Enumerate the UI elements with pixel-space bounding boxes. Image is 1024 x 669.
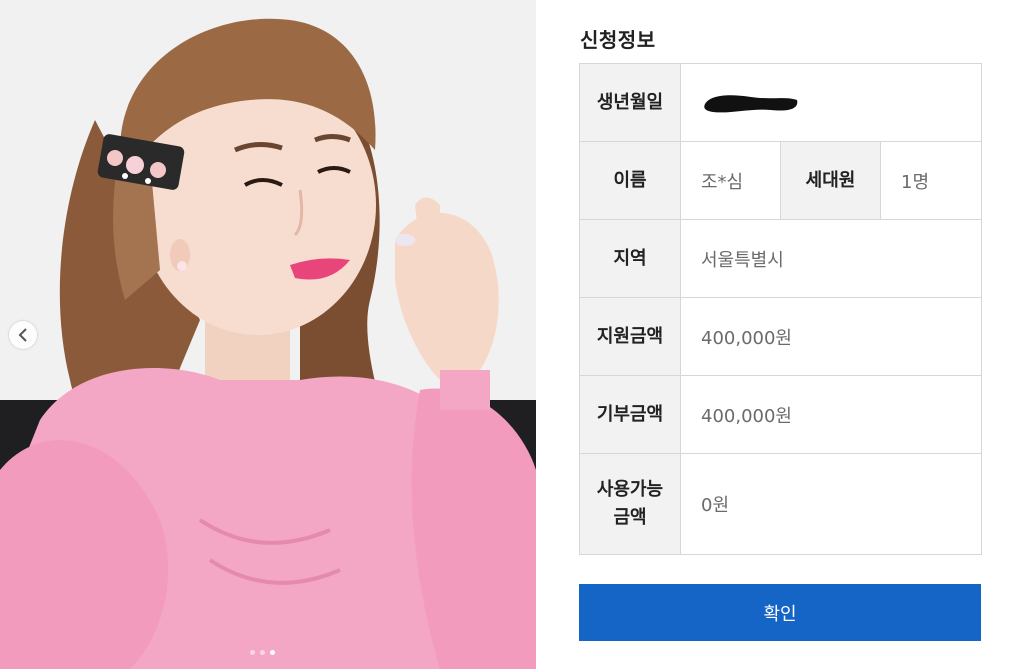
birth-value — [679, 63, 983, 142]
carousel-dot — [250, 650, 255, 655]
table-row-donation-amount: 기부금액 400,000원 — [579, 375, 983, 454]
region-value: 서울특별시 — [679, 219, 983, 298]
application-info-table: 생년월일 이름 조*심 세대원 1명 지역 서울특별시 지원금액 400,000… — [579, 63, 983, 555]
carousel-dot — [260, 650, 265, 655]
carousel-indicator — [250, 650, 275, 655]
available-amount-value: 0원 — [679, 453, 983, 555]
screen: 신청정보 생년월일 이름 조*심 세대원 1명 지역 서울특별시 지원금액 40… — [0, 0, 1024, 669]
household-value: 1명 — [879, 141, 983, 220]
chevron-left-icon — [18, 328, 27, 342]
photo-illustration — [0, 0, 536, 669]
name-label: 이름 — [579, 141, 681, 220]
table-row-available-amount: 사용가능 금액 0원 — [579, 453, 983, 555]
confirm-button[interactable]: 확인 — [579, 584, 981, 641]
available-amount-label: 사용가능 금액 — [579, 453, 681, 555]
name-value: 조*심 — [680, 141, 781, 220]
selfie-photo — [0, 0, 536, 669]
support-amount-label: 지원금액 — [579, 297, 681, 376]
table-row-support-amount: 지원금액 400,000원 — [579, 297, 983, 376]
support-amount-value: 400,000원 — [679, 297, 983, 376]
carousel-dot-active — [270, 650, 275, 655]
section-title: 신청정보 — [580, 28, 656, 52]
table-row-birth: 생년월일 — [579, 63, 983, 142]
household-label: 세대원 — [780, 141, 881, 220]
application-info-panel: 신청정보 생년월일 이름 조*심 세대원 1명 지역 서울특별시 지원금액 40… — [536, 0, 1024, 669]
available-amount-label-line1: 사용가능 — [596, 479, 664, 500]
birth-label: 생년월일 — [579, 63, 681, 142]
available-amount-label-line2: 금액 — [613, 507, 647, 528]
carousel-prev-button[interactable] — [9, 321, 37, 349]
table-row-region: 지역 서울특별시 — [579, 219, 983, 298]
region-label: 지역 — [579, 219, 681, 298]
redaction-mark — [704, 94, 798, 112]
table-row-name: 이름 조*심 세대원 1명 — [579, 141, 983, 220]
donation-amount-label: 기부금액 — [579, 375, 681, 454]
donation-amount-value: 400,000원 — [679, 375, 983, 454]
